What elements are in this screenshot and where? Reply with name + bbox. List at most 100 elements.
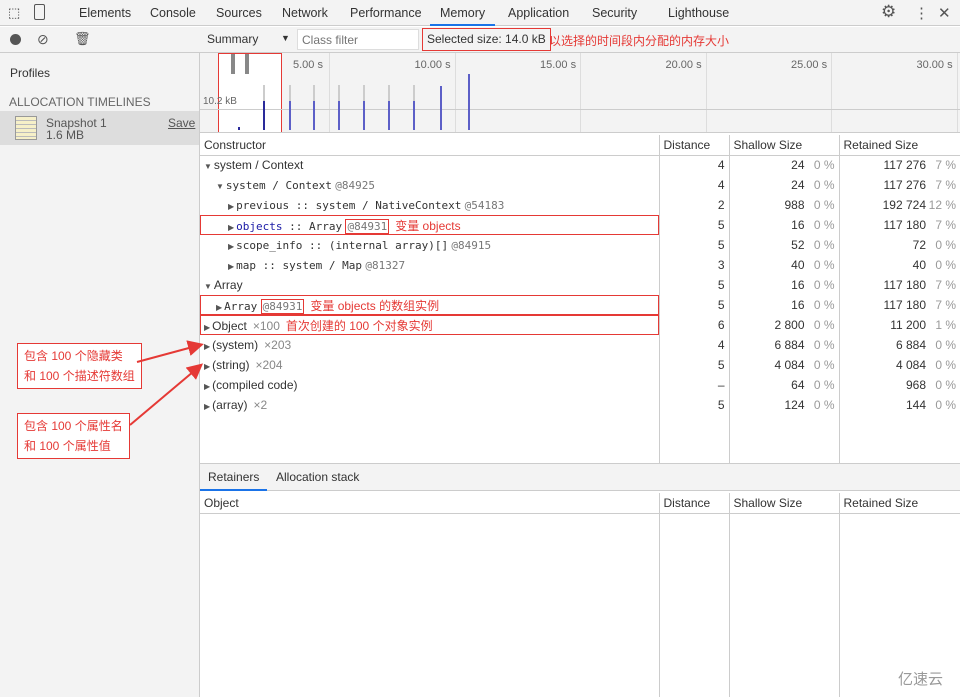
view-select[interactable]: Summary <box>207 32 258 46</box>
table-row[interactable]: ▶ map :: system / Map @81327 3 40 0 % 40 0 % <box>200 255 960 275</box>
inspect-element-icon[interactable]: ⬚ <box>8 5 20 21</box>
timeline-tick: 30.00 s <box>916 59 953 71</box>
table-row[interactable]: ▼ Array 5 16 0 % 117 180 7 % <box>200 275 960 295</box>
shallow-size-cell: 52 0 % <box>728 235 839 255</box>
collapsed-triangle-icon[interactable]: ▶ <box>228 262 234 271</box>
selection-window[interactable] <box>218 53 282 132</box>
column-header-retained-size[interactable]: Retained Size <box>838 135 960 156</box>
constructor-cell: ▶ (string) ×204 <box>200 355 659 375</box>
column-header-constructor[interactable]: Constructor <box>200 135 659 156</box>
table-row[interactable]: ▶ (array) ×2 5 124 0 % 144 0 % <box>200 395 960 415</box>
selection-handle[interactable] <box>231 54 235 74</box>
column-header-shallow-size[interactable]: Shallow Size <box>728 493 839 514</box>
column-header-distance[interactable]: Distance <box>658 135 729 156</box>
allocation-bar-freed <box>413 85 415 101</box>
tab-allocation-stack[interactable]: Allocation stack <box>276 464 359 491</box>
grid-line <box>705 53 707 132</box>
table-row[interactable]: ▶ (system) ×203 4 6 884 0 % 6 884 0 % <box>200 335 960 355</box>
collapsed-triangle-icon[interactable]: ▶ <box>228 202 234 211</box>
watermark: 亿速云 <box>898 671 944 688</box>
clear-icon[interactable]: ⊘ <box>37 31 49 48</box>
shallow-size: 64 <box>791 378 805 392</box>
retained-size: 40 <box>912 258 926 272</box>
tab-console[interactable]: Console <box>150 0 196 26</box>
shallow-percent: 0 % <box>813 258 835 272</box>
tab-performance[interactable]: Performance <box>350 0 422 26</box>
record-icon[interactable] <box>10 34 21 45</box>
shallow-size: 52 <box>791 238 805 252</box>
table-row[interactable]: ▶ Object ×100 首次创建的 100 个对象实例 6 2 800 0 % 11 20… <box>200 315 960 335</box>
tab-memory[interactable]: Memory <box>430 0 496 26</box>
tab-security[interactable]: Security <box>592 0 637 26</box>
collapsed-triangle-icon[interactable]: ▶ <box>204 342 210 351</box>
settings-icon[interactable]: ⚙ <box>881 2 896 22</box>
snapshot-item[interactable]: Snapshot 1 1.6 MB Save <box>0 111 199 145</box>
timeline-tick: 20.00 s <box>665 59 702 71</box>
retained-size: 968 <box>905 378 926 392</box>
tab-lighthouse[interactable]: Lighthouse <box>668 0 729 26</box>
column-header-shallow-size[interactable]: Shallow Size <box>728 135 839 156</box>
shallow-size: 24 <box>791 158 805 173</box>
collapsed-triangle-icon[interactable]: ▶ <box>228 242 234 251</box>
retained-size-cell: 144 0 % <box>838 395 960 415</box>
table-row[interactable]: ▶ objects :: Array @84931 变量 objects 5 16 0 %… <box>200 215 960 235</box>
tab-sources[interactable]: Sources <box>216 0 262 26</box>
retained-size: 117 180 <box>883 298 927 312</box>
tab-retainers[interactable]: Retainers <box>200 464 268 491</box>
constructor-cell: ▶ map :: system / Map @81327 <box>200 255 659 275</box>
constructor-name: Array <box>213 278 243 292</box>
constructor-name: system / Context <box>213 158 304 173</box>
device-toolbar-icon[interactable] <box>34 4 45 20</box>
shallow-percent: 0 % <box>813 358 835 372</box>
class-filter-input[interactable] <box>297 29 419 50</box>
trash-icon[interactable]: 🗑 <box>74 31 91 47</box>
retained-percent: 7 % <box>935 158 956 173</box>
table-row[interactable]: ▶ scope_info :: (internal array)[] @84915… <box>200 235 960 255</box>
collapsed-triangle-icon[interactable]: ▶ <box>204 382 210 391</box>
table-row[interactable]: ▶ Array @84931 变量 objects 的数组实例 5 16 0 % 117 1… <box>200 295 960 315</box>
save-link[interactable]: Save <box>168 116 195 130</box>
table-row[interactable]: ▶ (compiled code) –64 0 % 968 0 % <box>200 375 960 395</box>
collapsed-triangle-icon[interactable]: ▶ <box>204 362 210 371</box>
tab-network[interactable]: Network <box>282 0 328 26</box>
distance-cell: 5 <box>658 395 729 415</box>
retained-size-cell: 117 276 7 % <box>838 155 960 175</box>
collapsed-triangle-icon[interactable]: ▶ <box>204 402 210 411</box>
collapsed-triangle-icon[interactable]: ▶ <box>216 303 222 312</box>
allocation-timeline[interactable]: 5.00 s 10.00 s 15.00 s 20.00 s 25.00 s 30.00 … <box>200 53 960 133</box>
object-id: @84915 <box>451 239 492 252</box>
tab-application[interactable]: Application <box>508 0 569 26</box>
distance-cell: 5 <box>658 355 729 375</box>
retained-size-cell: 72 0 % <box>838 235 960 255</box>
allocation-bar <box>263 98 265 130</box>
retained-percent: 0 % <box>935 338 956 352</box>
table-row[interactable]: ▶ previous :: system / NativeContext @541… <box>200 195 960 215</box>
table-row[interactable]: ▶ (string) ×204 5 4 084 0 % 4 084 0 % <box>200 355 960 375</box>
constructor-name: (system) <box>212 338 259 352</box>
grid-line <box>454 53 456 132</box>
selected-size: Selected size: 14.0 kB <box>422 28 551 51</box>
expanded-triangle-icon[interactable]: ▼ <box>216 182 224 191</box>
column-header-object[interactable]: Object <box>200 493 659 514</box>
retained-percent: 0 % <box>935 358 956 372</box>
tab-elements[interactable]: Elements <box>79 0 131 26</box>
table-row[interactable]: ▼ system / Context 4 24 0 % 117 276 7 % <box>200 155 960 175</box>
chevron-down-icon[interactable]: ▼ <box>281 33 290 43</box>
collapsed-triangle-icon[interactable]: ▶ <box>228 223 234 232</box>
collapsed-triangle-icon[interactable]: ▶ <box>204 323 210 332</box>
retained-size: 6 884 <box>895 338 926 352</box>
allocation-bar <box>363 98 365 130</box>
property-name: objects <box>236 219 283 233</box>
expanded-triangle-icon[interactable]: ▼ <box>204 162 212 171</box>
table-row[interactable]: ▼ system / Context @84925 4 24 0 % 117 276 7 % <box>200 175 960 195</box>
shallow-percent: 0 % <box>813 278 835 292</box>
annotation-note: 变量 objects <box>395 218 461 233</box>
column-header-retained-size[interactable]: Retained Size <box>838 493 960 514</box>
selection-handle[interactable] <box>245 54 249 74</box>
expanded-triangle-icon[interactable]: ▼ <box>204 282 212 291</box>
retained-size: 144 <box>905 398 926 412</box>
column-header-distance[interactable]: Distance <box>658 493 729 514</box>
more-menu-icon[interactable]: ⋮ <box>914 4 929 22</box>
close-icon[interactable]: ✕ <box>938 4 951 22</box>
shallow-size-cell: 16 0 % <box>728 275 839 295</box>
